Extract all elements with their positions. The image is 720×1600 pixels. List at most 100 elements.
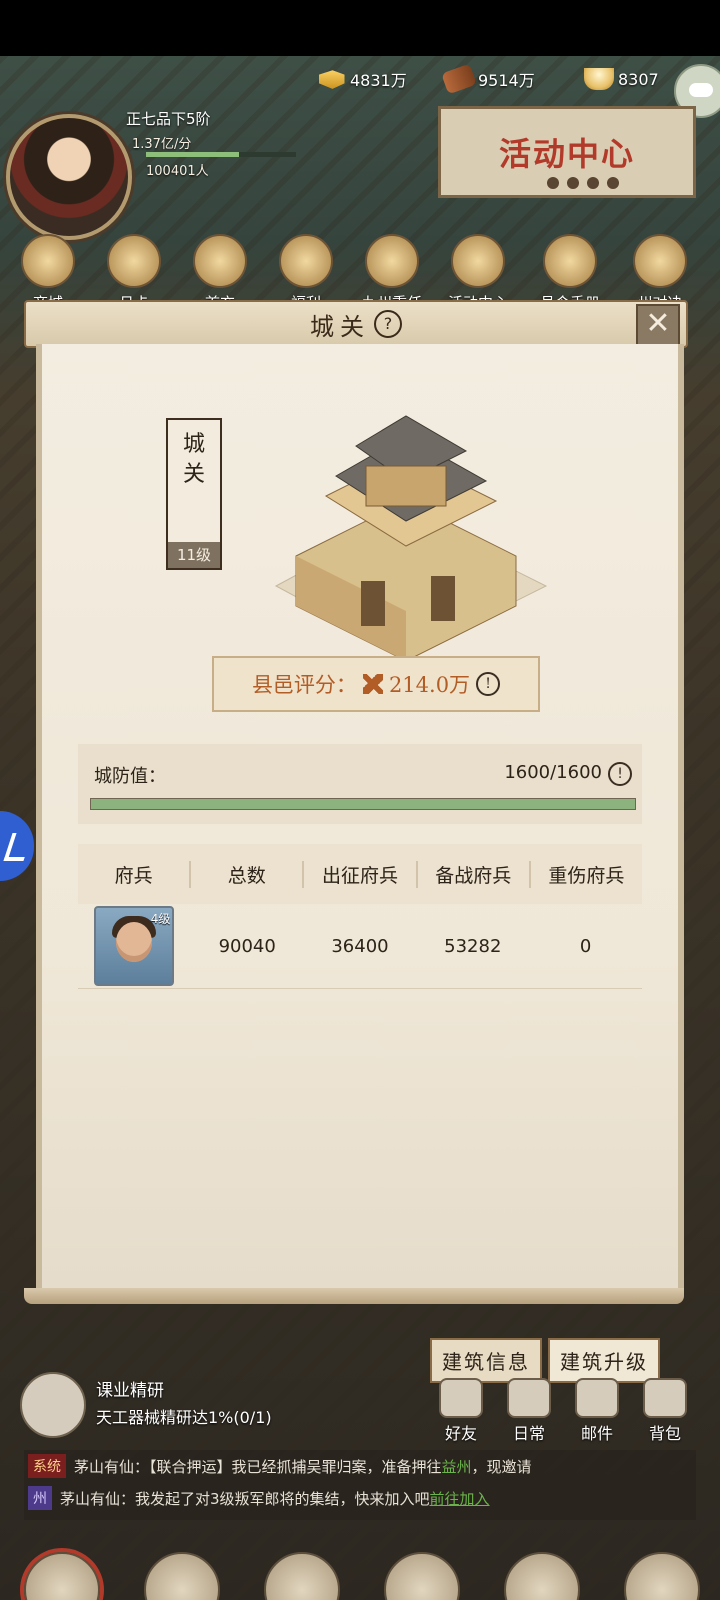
player-avatar[interactable] (6, 114, 132, 240)
friends-icon (439, 1378, 483, 1418)
modal-tabs: 建筑信息 建筑升级 (430, 1338, 660, 1383)
chat-message-tail: ，现邀请 (471, 1457, 532, 1476)
nav-affairs[interactable]: 政务 (250, 1546, 350, 1600)
chat-message-state: 州 茅山有仙：我发起了对3级叛军郎将的集结，快来加入吧 前往加入 (24, 1482, 696, 1514)
chat-message-system: 系统 茅山有仙：【联合押运】我已经抓捕吴罪归案，准备押往 益州 ，现邀请 (24, 1450, 696, 1482)
table-row: 4级 90040 36400 53282 0 (78, 904, 642, 989)
close-button[interactable]: ✕ (636, 304, 680, 346)
nine-states-icon (365, 234, 419, 288)
task-desc: 天工器械精研达1%(0/1) (96, 1408, 272, 1427)
resource-bar: 4831万 9514万 8307 (0, 56, 720, 118)
nine-states-map-icon (624, 1552, 700, 1600)
col-total: 总数 (191, 860, 305, 888)
troop-table: 府兵 总数 出征府兵 备战府兵 重伤府兵 4级 90040 36400 5328… (78, 844, 642, 989)
event-center-icon (451, 234, 505, 288)
banner-pager (547, 177, 619, 189)
defense-info-icon[interactable]: ! (608, 762, 632, 786)
rating-value: 214.0万 (388, 673, 471, 697)
silver-ingot-icon (584, 68, 614, 90)
chat-feed[interactable]: 系统 茅山有仙：【联合押运】我已经抓捕吴罪归案，准备押往 益州 ，现邀请 州 茅… (24, 1450, 696, 1520)
soldier-portrait[interactable]: 4级 (94, 906, 175, 986)
quick-bag[interactable]: 背包 (636, 1378, 694, 1444)
nav-suburbs[interactable]: 城郊 (490, 1546, 590, 1600)
modal-body: 城关 11级 县邑评分： 214.0万 ! 城防值： 1600/1600 ! 府… (36, 344, 684, 1288)
nav-county[interactable]: 县邑 (10, 1546, 110, 1600)
tab-building-info[interactable]: 建筑信息 (430, 1338, 542, 1383)
county-rating: 县邑评分： 214.0万 ! (212, 656, 540, 712)
quick-daily[interactable]: 日常 (500, 1378, 558, 1444)
defense-value: 1600/1600 (504, 762, 602, 783)
col-troop: 府兵 (78, 860, 192, 888)
handbook-icon (543, 234, 597, 288)
bottom-nav: 县邑 僚属 政务 州 城郊 九州 (0, 1526, 720, 1600)
scroll-bottom-edge (24, 1288, 684, 1304)
bag-icon (643, 1378, 687, 1418)
resource-timber[interactable]: 9514万 (441, 63, 535, 95)
troop-table-header: 府兵 总数 出征府兵 备战府兵 重伤府兵 (78, 844, 642, 904)
col-reserve: 备战府兵 (418, 860, 531, 888)
defense-panel: 城防值： 1600/1600 ! (78, 744, 642, 824)
shop-icon (21, 234, 75, 288)
county-icon (24, 1552, 100, 1600)
player-income: 1.37亿/分 (132, 137, 192, 152)
nav-nine-states[interactable]: 九州 (610, 1546, 710, 1600)
system-status-bar (0, 0, 720, 56)
troop-reserve: 53282 (444, 935, 502, 957)
troop-total: 90040 (218, 935, 276, 957)
first-recharge-icon (193, 234, 247, 288)
event-center-banner[interactable]: 活动中心 (438, 106, 696, 198)
help-icon[interactable]: ? (374, 310, 402, 338)
defense-bar-fill (91, 799, 635, 809)
state-duel-icon (633, 234, 687, 288)
col-deployed: 出征府兵 (304, 860, 418, 888)
player-population: 100401人 (146, 164, 209, 179)
rating-label: 县邑评分： (251, 673, 357, 697)
staff-icon (144, 1552, 220, 1600)
player-rank: 正七品下5阶 (126, 110, 211, 128)
soldier-level: 4级 (150, 912, 171, 926)
resource-gold[interactable]: 4831万 (316, 64, 407, 94)
chat-message-text: 茅山有仙：我发起了对3级叛军郎将的集结，快来加入吧 (60, 1489, 430, 1508)
quick-friends[interactable]: 好友 (432, 1378, 490, 1444)
timber-icon (441, 63, 477, 95)
modal-header: 城关 ? ✕ (24, 300, 688, 348)
close-icon: ✕ (645, 306, 671, 341)
nav-staff[interactable]: 僚属 (130, 1546, 230, 1600)
building-modal: 城关 ? ✕ 城关 11级 县邑评分： 214.0万 ! 城防值： 1600/1… (24, 300, 688, 1304)
task-title: 课业精研 (96, 1381, 164, 1401)
col-wounded: 重伤府兵 (548, 864, 625, 887)
daily-icon (507, 1378, 551, 1418)
resource-silver[interactable]: 8307 (584, 64, 659, 94)
chat-channel-system: 系统 (28, 1454, 66, 1478)
tab-building-upgrade[interactable]: 建筑升级 (548, 1338, 660, 1383)
modal-title: 城关 (310, 312, 370, 341)
nav-state[interactable]: 州 (370, 1546, 470, 1600)
gold-bars-icon (319, 70, 345, 89)
welfare-icon (279, 234, 333, 288)
chat-message-text: 茅山有仙：【联合押运】我已经抓捕吴罪归案，准备押往 (74, 1457, 442, 1476)
resource-timber-value: 9514万 (478, 71, 535, 90)
building-name-plaque: 城关 11级 (166, 418, 222, 570)
game-screen: 4831万 9514万 8307 正七品下5阶 1.37亿/分 100401人 … (0, 56, 720, 1600)
task-tracker[interactable]: 课业精研 天工器械精研达1%(0/1) (14, 1370, 420, 1440)
rank-progress-bar (146, 152, 296, 157)
event-center-title: 活动中心 (498, 135, 635, 173)
state-icon (384, 1552, 460, 1600)
defense-bar (90, 798, 636, 810)
resource-gold-value: 4831万 (350, 71, 407, 90)
info-icon[interactable]: ! (476, 672, 501, 696)
affairs-icon (264, 1552, 340, 1600)
building-name: 城关 (182, 432, 205, 487)
hammer-icon (362, 674, 383, 694)
top-icon-row: 商城 月卡 首充 福利 九州重任 活动中心 县令手册 州对决 (0, 234, 720, 312)
troop-deployed: 36400 (331, 935, 389, 957)
quick-mail[interactable]: 邮件 (568, 1378, 626, 1444)
defense-label: 城防值： (94, 766, 166, 787)
resource-silver-value: 8307 (618, 69, 659, 89)
mail-icon (575, 1378, 619, 1418)
chat-channel-state: 州 (28, 1486, 52, 1510)
monthly-card-icon (107, 234, 161, 288)
suburbs-icon (504, 1552, 580, 1600)
troop-wounded: 0 (579, 935, 592, 957)
chat-join-link[interactable]: 前往加入 (430, 1488, 490, 1509)
